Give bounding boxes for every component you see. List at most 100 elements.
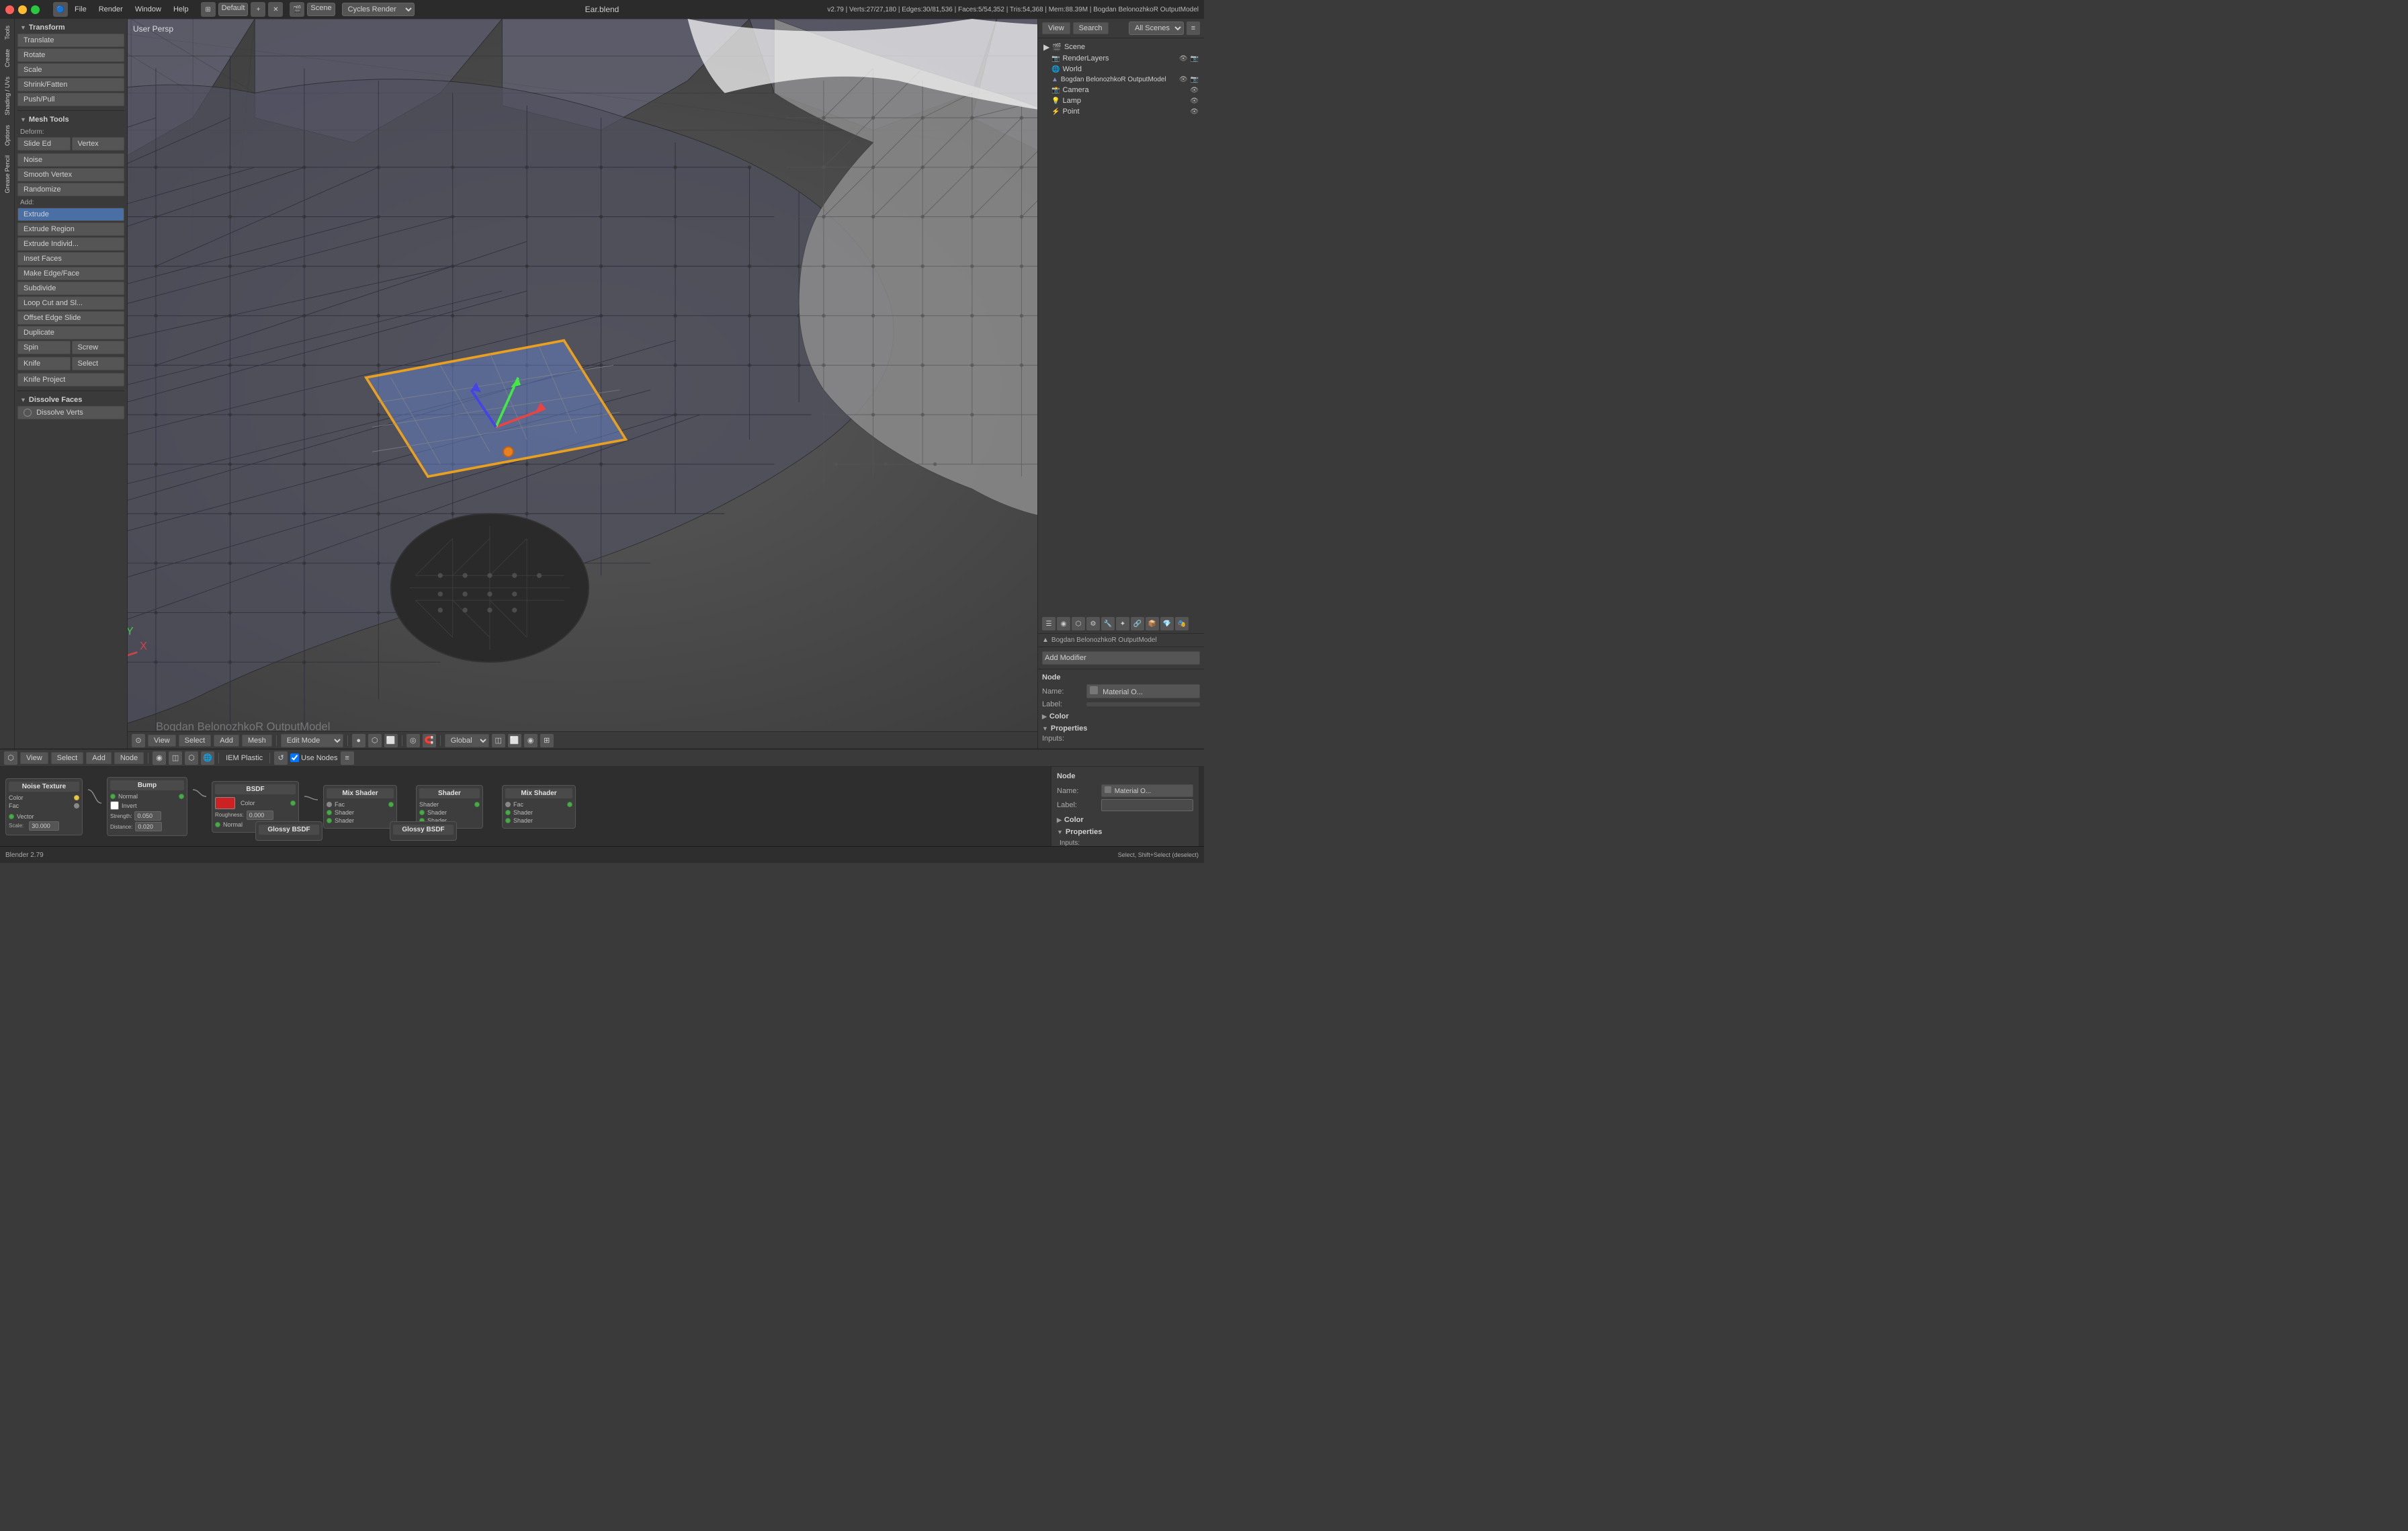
it-btn-1[interactable]: ☰ (1042, 617, 1056, 630)
properties-header[interactable]: ▼ Properties (1042, 722, 1200, 735)
knife-btn[interactable]: Knife (17, 357, 71, 370)
it-btn-4[interactable]: ⚙ (1086, 617, 1100, 630)
it-btn-5[interactable]: 🔧 (1101, 617, 1115, 630)
material-icon[interactable]: ◉ (524, 734, 538, 747)
bump-invert-checkbox[interactable] (110, 801, 119, 810)
noise-scale-input[interactable] (29, 821, 59, 831)
viewport-canvas[interactable]: X Y Z Bogdan BelonozhkoR OutputModel (128, 19, 1037, 749)
it-btn-6[interactable]: ✦ (1116, 617, 1129, 630)
obj-vis-icon[interactable]: 👁 (1179, 76, 1188, 83)
proportional-edit-icon[interactable]: ◎ (406, 734, 420, 747)
dissolve-verts-btn[interactable]: Dissolve Verts (17, 406, 124, 419)
ne-mat-icon[interactable]: ◫ (169, 751, 182, 765)
render-engine-selector[interactable]: Cycles Render Blender Render (342, 3, 415, 16)
vt-select-btn[interactable]: Select (179, 735, 212, 747)
make-edge-face-btn[interactable]: Make Edge/Face (17, 267, 124, 280)
add-workspace-icon[interactable]: + (251, 2, 265, 17)
ne-solid-icon[interactable]: ◉ (153, 751, 166, 765)
it-btn-10[interactable]: 🎭 (1175, 617, 1189, 630)
add-modifier-btn[interactable]: Add Modifier (1042, 651, 1200, 665)
maximize-button[interactable] (31, 5, 40, 14)
vtab-create[interactable]: Create (3, 45, 12, 71)
tree-scene[interactable]: ▶ 🎬 Scene (1041, 41, 1201, 53)
snap-icon[interactable]: 🧲 (423, 734, 436, 747)
solid-icon[interactable]: ⬜ (508, 734, 521, 747)
menu-file[interactable]: File (69, 4, 92, 15)
vtab-tools[interactable]: Tools (3, 22, 12, 44)
vtab-options[interactable]: Options (3, 121, 12, 150)
point-vis-icon[interactable]: 👁 (1190, 108, 1199, 116)
menu-render[interactable]: Render (93, 4, 128, 15)
it-btn-9[interactable]: 💎 (1160, 617, 1174, 630)
noise-btn[interactable]: Noise (17, 153, 124, 167)
ne-extra-icon[interactable]: ≡ (341, 751, 354, 765)
use-nodes-toggle[interactable]: Use Nodes (290, 753, 337, 762)
mix-shader-node-2[interactable]: Mix Shader Fac Shader Shader (502, 785, 576, 829)
it-btn-3[interactable]: ⬡ (1072, 617, 1085, 630)
push-pull-btn[interactable]: Push/Pull (17, 93, 124, 106)
vt-view-btn[interactable]: View (148, 735, 176, 747)
vis-icon[interactable]: 👁 (1179, 55, 1188, 63)
subdivide-btn[interactable]: Subdivide (17, 282, 124, 295)
vtab-shading[interactable]: Shading / UVs (3, 73, 12, 120)
render-icon[interactable]: 📷 (1191, 55, 1199, 63)
edge-select-icon[interactable]: ⬡ (368, 734, 382, 747)
screw-btn[interactable]: Screw (72, 341, 125, 354)
lamp-vis-icon[interactable]: 👁 (1190, 97, 1199, 105)
scale-btn[interactable]: Scale (17, 63, 124, 77)
bsdf-color-swatch[interactable] (215, 797, 235, 809)
select-btn[interactable]: Select (72, 357, 125, 370)
dissolve-header[interactable]: ▼ Dissolve Faces (17, 394, 124, 406)
it-btn-7[interactable]: 🔗 (1131, 617, 1144, 630)
tree-camera[interactable]: 📸 Camera 👁 (1041, 85, 1201, 95)
remove-workspace-icon[interactable]: ✕ (268, 2, 283, 17)
np-label-input[interactable] (1101, 799, 1193, 811)
rotate-btn[interactable]: Rotate (17, 48, 124, 62)
viewport-icon[interactable]: ⊙ (132, 734, 145, 747)
loop-cut-btn[interactable]: Loop Cut and Sl... (17, 296, 124, 310)
menu-window[interactable]: Window (130, 4, 167, 15)
mix-shader-node-1[interactable]: Mix Shader Fac Shader Shader (323, 785, 397, 829)
np-color-header[interactable]: ▶ Color (1057, 814, 1193, 826)
obj-render-icon[interactable]: 📷 (1191, 76, 1199, 83)
vt-add-btn[interactable]: Add (214, 735, 239, 747)
offset-edge-btn[interactable]: Offset Edge Slide (17, 311, 124, 325)
scene-icon[interactable]: 🎬 (290, 2, 304, 17)
workspace-selector[interactable]: Default (218, 3, 249, 16)
shrink-fatten-btn[interactable]: Shrink/Fatten (17, 78, 124, 91)
duplicate-btn[interactable]: Duplicate (17, 326, 124, 339)
blender-icon[interactable]: 🔵 (53, 2, 68, 17)
spin-btn[interactable]: Spin (17, 341, 71, 354)
face-select-icon[interactable]: ⬜ (384, 734, 398, 747)
extrude-region-btn[interactable]: Extrude Region (17, 222, 124, 236)
window-controls[interactable] (5, 5, 40, 14)
pivot-selector[interactable]: Global Local Normal (445, 734, 489, 747)
viewport[interactable]: User Persp (128, 19, 1037, 749)
use-nodes-checkbox[interactable] (290, 753, 299, 762)
dissolve-verts-checkbox[interactable] (24, 409, 32, 417)
close-button[interactable] (5, 5, 14, 14)
slide-edge-btn[interactable]: Slide Ed (17, 137, 71, 151)
noise-texture-node[interactable]: Noise Texture Color Fac Vector Scale: (5, 778, 83, 835)
np-properties-header[interactable]: ▼ Properties (1057, 826, 1193, 838)
np-name-val[interactable]: Material O... (1101, 784, 1193, 797)
glossy-bsdf-2[interactable]: Glossy BSDF (390, 821, 457, 841)
ne-sync-icon[interactable]: ↺ (274, 751, 288, 765)
vt-mesh-btn[interactable]: Mesh (242, 735, 272, 747)
bsdf-roughness-input[interactable] (247, 811, 273, 820)
vertex-btn[interactable]: Vertex (72, 137, 125, 151)
tree-renderlayers[interactable]: 📷 RenderLayers 👁 📷 (1041, 53, 1201, 64)
tree-lamp[interactable]: 💡 Lamp 👁 (1041, 95, 1201, 106)
bump-node[interactable]: Bump Normal Invert Strength: Distance: (107, 777, 187, 836)
randomize-btn[interactable]: Randomize (17, 183, 124, 196)
render-preview-icon[interactable]: ⊞ (540, 734, 554, 747)
workspace-icon[interactable]: ⊞ (201, 2, 216, 17)
label-value[interactable] (1086, 702, 1200, 706)
tree-point[interactable]: ⚡ Point 👁 (1041, 106, 1201, 117)
mesh-tools-header[interactable]: ▼ Mesh Tools (17, 114, 124, 126)
node-editor-icon[interactable]: ⬡ (4, 751, 17, 765)
bump-distance-input[interactable] (135, 822, 162, 831)
ne-node-btn[interactable]: Node (114, 752, 144, 764)
vtab-grease[interactable]: Grease Pencil (3, 151, 12, 198)
xray-icon[interactable]: ◫ (492, 734, 505, 747)
